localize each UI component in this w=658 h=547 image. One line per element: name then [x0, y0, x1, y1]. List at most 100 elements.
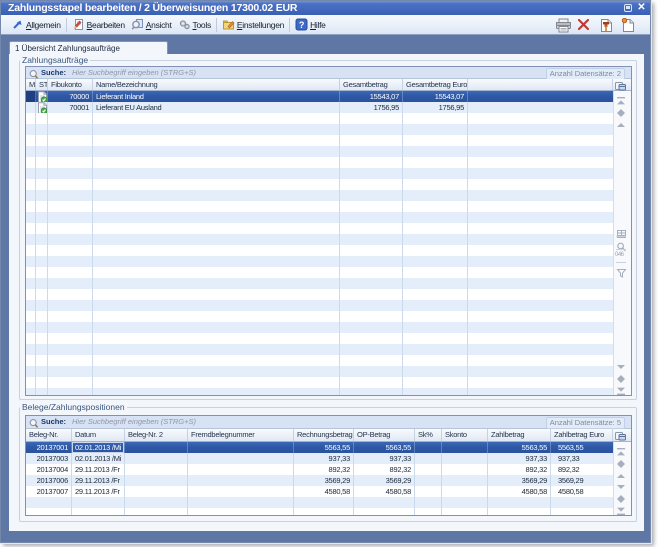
menu-separator: [216, 18, 217, 32]
table-row[interactable]: 2013700302.01.2013 /Mi937,33937,33937,33…: [26, 453, 613, 464]
gears-icon: [178, 18, 191, 31]
table-cell: 20137001: [26, 442, 72, 453]
restore-icon[interactable]: [623, 3, 634, 14]
first-row-icon[interactable]: [616, 93, 627, 103]
table-cell: [415, 464, 442, 475]
grid-nav-strip: [613, 442, 631, 515]
column-header[interactable]: ST: [36, 79, 48, 90]
menubar: Allgemein Bearbeiten Ansicht Tools Einst…: [1, 15, 650, 35]
table-cell: [125, 453, 188, 464]
table-cell-filler: [468, 102, 613, 113]
table-cell: 5563,55: [488, 442, 551, 453]
table-cell: 15543,07: [340, 91, 403, 102]
next-row-icon[interactable]: [616, 359, 627, 369]
table-cell: 3569,29: [354, 475, 415, 486]
table-cell: [26, 91, 36, 102]
column-header[interactable]: Zahlbetrag Euro: [551, 429, 613, 441]
column-header[interactable]: Gesamtbetrag: [340, 79, 403, 90]
content-panel: Zahlungsaufträge Suche:Hier Suchbegriff …: [9, 54, 644, 531]
table-row[interactable]: 70001Lieferant EU Ausland1756,951756,95: [26, 102, 613, 113]
column-chooser-icon[interactable]: [614, 79, 628, 91]
column-header[interactable]: Sk%: [415, 429, 442, 441]
column-header[interactable]: Rechnungsbetrag: [294, 429, 354, 441]
filter-icon[interactable]: [616, 265, 627, 275]
column-header[interactable]: Beleg-Nr.: [26, 429, 72, 441]
column-header[interactable]: Zahlbetrag: [488, 429, 551, 441]
view-magnifier-icon: [131, 18, 144, 31]
table-cell: 29.11.2013 /Fr: [72, 486, 125, 497]
next-row-icon[interactable]: [616, 479, 627, 489]
column-line: [293, 497, 294, 515]
column-line: [339, 113, 340, 395]
window-title: Zahlungsstapel bearbeiten / 2 Überweisun…: [8, 1, 297, 15]
strip-divider: [616, 236, 626, 237]
table-row[interactable]: 2013700729.11.2013 /Fr4580,584580,584580…: [26, 486, 613, 497]
column-header[interactable]: Fibukonto: [48, 79, 93, 90]
table-cell: 29.11.2013 /Fr: [72, 475, 125, 486]
page-down-icon[interactable]: [616, 371, 627, 381]
column-header[interactable]: Fremdbelegnummer: [188, 429, 294, 441]
close-icon[interactable]: ✕: [636, 3, 647, 14]
group-title: Zahlungsaufträge: [20, 55, 90, 66]
column-line: [124, 497, 125, 515]
first-row-icon[interactable]: [616, 444, 627, 454]
table-cell: 4580,58: [488, 486, 551, 497]
table-cell: 892,32: [488, 464, 551, 475]
table-cell: 5563,55: [354, 442, 415, 453]
search-bar: Suche:Hier Suchbegriff eingeben (STRG+S)…: [26, 67, 631, 79]
toolbar-right: [555, 15, 637, 35]
post-document-icon[interactable]: [599, 18, 615, 33]
column-line: [47, 113, 48, 395]
column-line: [402, 113, 403, 395]
grid-view-icon[interactable]: [616, 226, 627, 236]
page-down-icon[interactable]: [616, 491, 627, 501]
column-header[interactable]: Skonto: [442, 429, 488, 441]
help-icon: ?: [295, 18, 308, 31]
table-cell: 20137004: [26, 464, 72, 475]
print-icon[interactable]: [555, 18, 571, 33]
table-row[interactable]: 2013700629.11.2013 /Fr3569,293569,293569…: [26, 475, 613, 486]
column-line: [92, 113, 93, 395]
page-up-icon[interactable]: [616, 456, 627, 466]
table-cell: [415, 453, 442, 464]
column-header-row: Beleg-Nr.DatumBeleg-Nr. 2Fremdbelegnumme…: [26, 429, 631, 442]
new-document-icon[interactable]: [621, 18, 637, 33]
table-row[interactable]: 70000Lieferant Inland15543,0715543,07: [26, 91, 613, 102]
last-row-icon[interactable]: [616, 383, 627, 393]
column-header[interactable]: OP-Betrag: [354, 429, 415, 441]
group-title: Belege/Zahlungspositionen: [20, 402, 127, 413]
column-header[interactable]: Datum: [72, 429, 125, 441]
column-header[interactable]: Gesamtbetrag Euro: [403, 79, 468, 90]
prev-row-icon[interactable]: [616, 468, 627, 478]
menu-item-tools[interactable]: Tools: [175, 16, 214, 33]
table-cell: [442, 442, 488, 453]
menu-item-allgemein[interactable]: Allgemein: [8, 16, 64, 33]
menu-item-hilfe[interactable]: ? Hilfe: [292, 16, 329, 33]
column-chooser-icon[interactable]: [614, 429, 628, 441]
menu-item-bearbeiten[interactable]: Bearbeiten: [69, 16, 128, 33]
menu-item-einstellungen[interactable]: Einstellungen: [219, 16, 287, 33]
column-line: [487, 497, 488, 515]
menu-item-ansicht[interactable]: Ansicht: [128, 16, 175, 33]
grid-zahlungsauftraege: Suche:Hier Suchbegriff eingeben (STRG+S)…: [25, 66, 632, 396]
tab-uebersicht-zahlungsauftraege[interactable]: 1 Übersicht Zahlungsaufträge: [9, 41, 168, 55]
last-row-icon[interactable]: [616, 503, 627, 513]
column-header[interactable]: Name/Bezeichnung: [93, 79, 340, 90]
column-header[interactable]: Beleg-Nr. 2: [125, 429, 188, 441]
prev-row-icon[interactable]: [616, 117, 627, 127]
column-line: [71, 497, 72, 515]
record-counter-icon[interactable]: 046: [615, 252, 624, 258]
table-row[interactable]: 2013700102.01.2013 /Mi5563,555563,555563…: [26, 442, 613, 453]
zoom-icon[interactable]: [616, 239, 627, 249]
table-row[interactable]: 2013700429.11.2013 /Fr892,32892,32892,32…: [26, 464, 613, 475]
table-cell: [125, 464, 188, 475]
page-up-icon[interactable]: [616, 105, 627, 115]
strip-divider: [616, 249, 626, 250]
search-input[interactable]: Hier Suchbegriff eingeben (STRG+S): [72, 67, 196, 79]
delete-icon[interactable]: [577, 18, 593, 33]
workspace: 1 Übersicht Zahlungsaufträge Zahlungsauf…: [2, 35, 651, 543]
table-cell: 20137003: [26, 453, 72, 464]
search-input[interactable]: Hier Suchbegriff eingeben (STRG+S): [72, 416, 196, 428]
table-cell: 3569,29: [488, 475, 551, 486]
column-header[interactable]: M: [26, 79, 36, 90]
